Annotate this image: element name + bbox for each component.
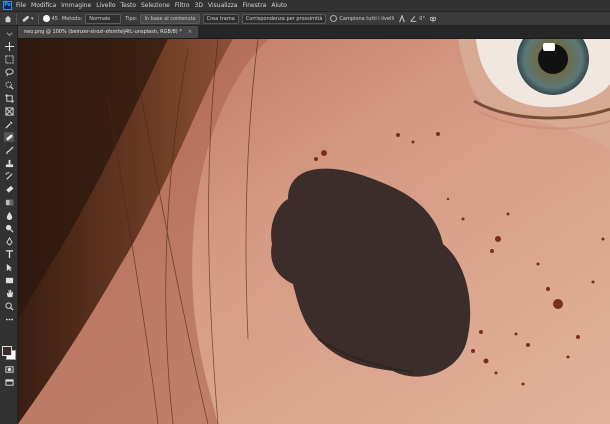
- tools-panel: [0, 26, 18, 424]
- tool-frame[interactable]: [4, 106, 14, 116]
- magnifier-icon: [4, 301, 14, 311]
- document-tab[interactable]: neo.png @ 100% (beinzer-sirozi-xfsmfalj4…: [18, 26, 199, 38]
- angle-value: 0°: [419, 15, 425, 22]
- foreground-color-swatch[interactable]: [2, 346, 12, 356]
- brush-size-value: 45: [51, 15, 58, 22]
- home-icon: [4, 15, 12, 22]
- eyedropper-icon: [4, 120, 13, 129]
- menu-finestra[interactable]: Finestra: [243, 2, 267, 9]
- tool-lasso[interactable]: [4, 67, 14, 77]
- menu-bar: Ps File Modifica Immagine Livello Testo …: [0, 0, 610, 11]
- pressure-icon: [399, 14, 406, 22]
- menu-filtro[interactable]: Filtro: [175, 2, 190, 9]
- tool-eyedropper[interactable]: [4, 119, 14, 129]
- type-label: Tipo:: [125, 15, 138, 22]
- spot-healing-brush-icon: [22, 15, 30, 22]
- tool-crop[interactable]: [4, 93, 14, 103]
- tool-blur[interactable]: [4, 210, 14, 220]
- tool-preset-picker[interactable]: ▾: [21, 14, 34, 23]
- tool-screen-mode[interactable]: [4, 377, 14, 387]
- butterfly-icon: [429, 16, 437, 22]
- menu-visualizza[interactable]: Visualizza: [208, 2, 238, 9]
- lasso-icon: [4, 67, 14, 76]
- symmetry-button[interactable]: [429, 15, 437, 23]
- more-dots-icon: [5, 318, 13, 320]
- tool-type[interactable]: [4, 249, 14, 259]
- tool-pen[interactable]: [4, 236, 14, 246]
- proximity-match-button[interactable]: Corrispondenza per prossimità: [241, 13, 327, 24]
- tool-collapse[interactable]: [4, 29, 14, 39]
- quick-selection-icon: [4, 80, 14, 90]
- tool-gradient[interactable]: [4, 197, 14, 207]
- brush-size-picker[interactable]: 45: [42, 15, 58, 22]
- menu-immagine[interactable]: Immagine: [61, 2, 91, 9]
- sample-all-layers-checkbox[interactable]: Campiona tutti i livelli: [330, 15, 394, 22]
- marquee-icon: [4, 54, 14, 64]
- document-canvas[interactable]: [18, 39, 610, 424]
- tool-quick-mask[interactable]: [4, 364, 14, 374]
- angle-field[interactable]: 0°: [410, 15, 425, 22]
- menu-3d[interactable]: 3D: [195, 2, 203, 9]
- angle-icon: [410, 16, 417, 22]
- photoshop-window: Ps File Modifica Immagine Livello Testo …: [0, 0, 610, 424]
- create-texture-button[interactable]: Crea trama: [202, 13, 239, 24]
- document-tab-title: neo.png @ 100% (beinzer-sirozi-xfsmfalj4…: [24, 29, 182, 35]
- content-aware-button[interactable]: In base al contenuto: [140, 13, 200, 24]
- rectangle-icon: [5, 277, 13, 283]
- hand-icon: [6, 289, 13, 297]
- menu-aiuto[interactable]: Aiuto: [271, 2, 287, 9]
- tool-eraser[interactable]: [4, 184, 14, 194]
- quick-mask-icon: [4, 365, 14, 373]
- mode-select[interactable]: Normale: [85, 13, 122, 24]
- options-separator: [16, 13, 17, 24]
- document-tab-bar: neo.png @ 100% (beinzer-sirozi-xfsmfalj4…: [18, 26, 610, 39]
- eraser-icon: [5, 185, 13, 193]
- pressure-size-button[interactable]: [398, 14, 406, 23]
- menu-selezione[interactable]: Selezione: [141, 2, 170, 9]
- double-chevron-icon: [5, 31, 13, 36]
- tool-shape[interactable]: [4, 275, 14, 285]
- mode-label: Metodo:: [61, 15, 83, 22]
- gradient-icon: [5, 199, 13, 205]
- home-button[interactable]: [4, 15, 12, 23]
- tool-hand[interactable]: [4, 288, 14, 298]
- pen-icon: [5, 236, 13, 246]
- menu-livello[interactable]: Livello: [96, 2, 115, 9]
- checkbox-icon: [330, 15, 338, 22]
- tool-marquee[interactable]: [4, 54, 14, 64]
- dodge-icon: [5, 224, 14, 233]
- brush-icon: [5, 145, 14, 154]
- sample-all-layers-label: Campiona tutti i livelli: [339, 15, 395, 22]
- menu-modifica[interactable]: Modifica: [31, 2, 56, 9]
- crop-icon: [4, 93, 14, 103]
- menu-file[interactable]: File: [16, 2, 26, 9]
- tool-history-brush[interactable]: [4, 171, 14, 181]
- tool-move[interactable]: [4, 41, 14, 51]
- photoshop-logo: Ps: [3, 1, 12, 10]
- drop-icon: [6, 211, 12, 220]
- frame-icon: [4, 106, 14, 116]
- brush-tip-icon: [42, 15, 50, 22]
- tool-path-selection[interactable]: [4, 262, 14, 272]
- tool-clone-stamp[interactable]: [4, 158, 14, 168]
- stamp-icon: [5, 159, 13, 167]
- close-icon[interactable]: ×: [188, 29, 192, 35]
- bandage-icon: [5, 134, 13, 140]
- tool-zoom[interactable]: [4, 301, 14, 311]
- tool-more[interactable]: [4, 314, 14, 324]
- type-icon: [5, 249, 13, 258]
- history-brush-icon: [4, 171, 13, 180]
- options-separator: [37, 13, 39, 24]
- photo-face-closeup: [18, 39, 610, 424]
- arrow-pointer-icon: [6, 263, 12, 271]
- menu-testo[interactable]: Testo: [121, 2, 137, 9]
- tool-dodge[interactable]: [4, 223, 14, 233]
- tool-spot-healing-brush[interactable]: [4, 132, 14, 142]
- tool-brush[interactable]: [4, 145, 14, 155]
- move-icon: [4, 41, 14, 51]
- screen-mode-icon: [4, 378, 14, 386]
- tool-quick-selection[interactable]: [4, 80, 14, 90]
- options-bar: ▾ 45 Metodo: Normale Tipo: In base al co…: [0, 11, 610, 26]
